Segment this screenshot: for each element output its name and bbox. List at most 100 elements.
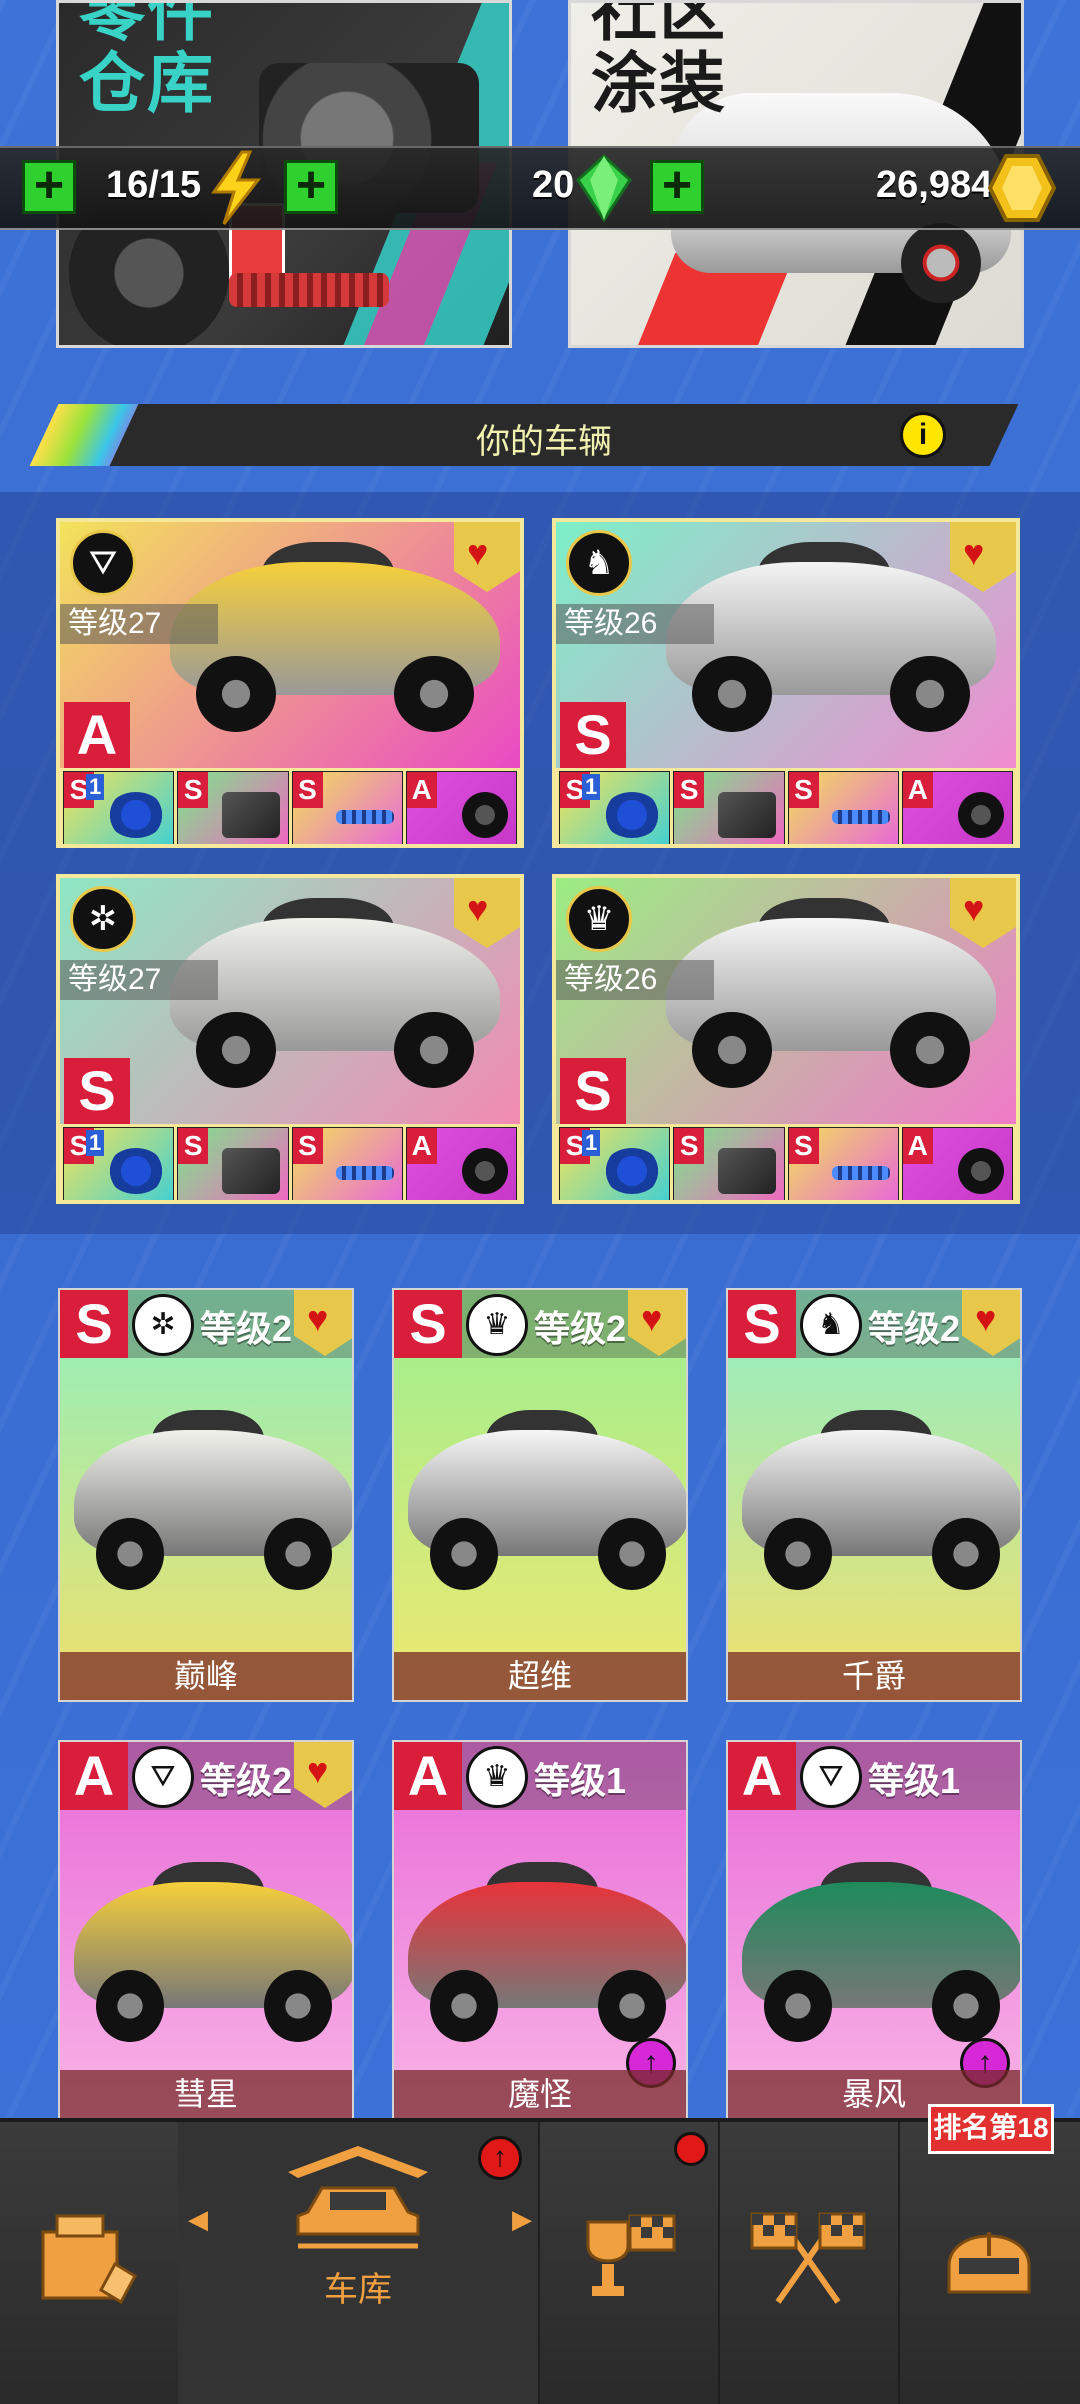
engine-icon [221, 792, 280, 838]
brake-icon [107, 792, 166, 838]
energy-bolt-icon [211, 150, 262, 225]
your-vehicles-title: 你的车辆 [476, 423, 612, 461]
parts-warehouse-title: 零件 仓库 [79, 0, 215, 120]
part-slot[interactable]: S 1 [559, 771, 671, 844]
part-slot[interactable]: S [673, 771, 785, 844]
shock-absorber-icon [335, 1166, 394, 1180]
garage-car-card[interactable]: S ♛ 等级2 ♥ 超维 [392, 1288, 688, 1702]
upgrade-alert-icon: ↑ [478, 2136, 522, 2180]
coin-icon [987, 154, 1057, 222]
part-grade: S [788, 772, 819, 808]
gems-value: 20 [532, 164, 575, 206]
part-slot[interactable]: S [787, 1127, 899, 1200]
car-grade-badge: S [728, 1290, 796, 1358]
featured-car-card[interactable]: ♛ ♥ 等级26 S S 1 S S A [552, 874, 1020, 1204]
part-grade: S [292, 1128, 323, 1164]
part-grade: A [902, 772, 933, 808]
info-icon[interactable]: i [900, 412, 946, 458]
car-name: 巅峰 [60, 1652, 352, 1700]
car-grade-badge: A [394, 1742, 462, 1810]
part-slot[interactable]: A [901, 771, 1013, 844]
part-slot[interactable]: S 1 [559, 1127, 671, 1200]
car-grade-badge: A [60, 1742, 128, 1810]
part-slot[interactable]: A [405, 1127, 517, 1200]
part-slot[interactable]: S 1 [63, 1127, 175, 1200]
car-image [666, 898, 996, 1088]
part-slot[interactable]: S [291, 1127, 403, 1200]
garage-car-card[interactable]: S ♞ 等级2 ♥ 千爵 [726, 1288, 1022, 1702]
car-grade-badge: S [64, 1058, 130, 1124]
horse-icon: ♞ [800, 1294, 862, 1356]
part-slot[interactable]: S [291, 771, 403, 844]
part-grade: A [902, 1128, 933, 1164]
add-gems-button[interactable]: + [284, 159, 338, 214]
car-grade-badge: S [60, 1290, 128, 1358]
featured-car-card[interactable]: ♞ ♥ 等级26 S S 1 S S A [552, 518, 1020, 848]
wheel-icon: ✲ [132, 1294, 194, 1356]
part-count: 1 [582, 1130, 601, 1156]
car-level: 等级1 [868, 1760, 961, 1801]
garage-car-card[interactable]: A ♛ 等级1 ↑ 魔怪 [392, 1740, 688, 2120]
car-name: 超维 [394, 1652, 686, 1700]
part-slot[interactable]: S 1 [63, 771, 175, 844]
nav-events[interactable] [538, 2122, 720, 2404]
brake-icon [603, 1148, 662, 1194]
garage-car-card[interactable]: A ⛛ 等级2 ♥ 彗星 [58, 1740, 354, 2120]
car-image [742, 1862, 1020, 2042]
car-level: 等级26 [556, 604, 714, 644]
coins-value: 26,984 [876, 164, 993, 206]
car-name: 千爵 [728, 1652, 1020, 1700]
garage-car-card[interactable]: S ✲ 等级2 ♥ 巅峰 [58, 1288, 354, 1702]
add-coins-button[interactable]: + [650, 159, 704, 214]
brake-icon [603, 792, 662, 838]
car-level: 等级2 [200, 1760, 293, 1801]
garage-car-card[interactable]: A ⛛ 等级1 ↑ 暴风 [726, 1740, 1022, 2120]
trophy-flag-icon [586, 2214, 676, 2296]
wheel-icon: ✲ [70, 886, 136, 952]
community-liveries-title: 社区 涂装 [591, 0, 727, 120]
featured-car-card[interactable]: ⛛ ♥ 等级27 A S 1 S S A [56, 518, 524, 848]
shock-absorber-icon [831, 1166, 890, 1180]
resource-bar: + 16/15 + 20 + 26,984 [0, 146, 1080, 230]
prev-arrow-icon[interactable]: ◀ [188, 2204, 208, 2235]
nav-shop[interactable] [0, 2122, 180, 2404]
engine-icon [717, 1148, 776, 1194]
part-slot[interactable]: S [787, 771, 899, 844]
parts-row: S 1 S S A [556, 768, 1016, 844]
car-image [170, 898, 500, 1088]
garage-car-icon [288, 2146, 428, 2249]
part-grade: S [674, 772, 705, 808]
parts-row: S 1 S S A [556, 1124, 1016, 1200]
shop-box-icon [41, 2214, 137, 2305]
car-grade-badge: S [560, 1058, 626, 1124]
car-grade-badge: A [64, 702, 130, 768]
nav-profile[interactable] [898, 2122, 1080, 2404]
car-level: 等级27 [60, 604, 218, 644]
nav-race[interactable] [718, 2122, 900, 2404]
crown-icon: ♛ [466, 1294, 528, 1356]
featured-car-card[interactable]: ✲ ♥ 等级27 S S 1 S S A [56, 874, 524, 1204]
car-level: 等级1 [534, 1760, 627, 1801]
car-image [74, 1410, 352, 1590]
tyre-icon [462, 1148, 508, 1194]
parts-row: S 1 S S A [60, 1124, 520, 1200]
next-arrow-icon[interactable]: ▶ [512, 2204, 532, 2235]
road-icon: ⛛ [132, 1746, 194, 1808]
part-slot[interactable]: S [177, 771, 289, 844]
horse-icon: ♞ [566, 530, 632, 596]
helmet-icon [947, 2232, 1031, 2294]
part-grade: S [292, 772, 323, 808]
part-slot[interactable]: S [177, 1127, 289, 1200]
car-level: 等级2 [868, 1308, 961, 1349]
crown-icon: ♛ [566, 886, 632, 952]
add-energy-button[interactable]: + [22, 159, 76, 214]
part-grade: S [178, 1128, 209, 1164]
part-grade: S [178, 772, 209, 808]
car-level: 等级2 [534, 1308, 627, 1349]
car-image [742, 1410, 1020, 1590]
part-slot[interactable]: A [901, 1127, 1013, 1200]
part-slot[interactable]: S [673, 1127, 785, 1200]
suspension-image [229, 273, 389, 307]
part-slot[interactable]: A [405, 771, 517, 844]
nav-garage[interactable]: ◀ ▶ 车库 ↑ [178, 2122, 540, 2404]
